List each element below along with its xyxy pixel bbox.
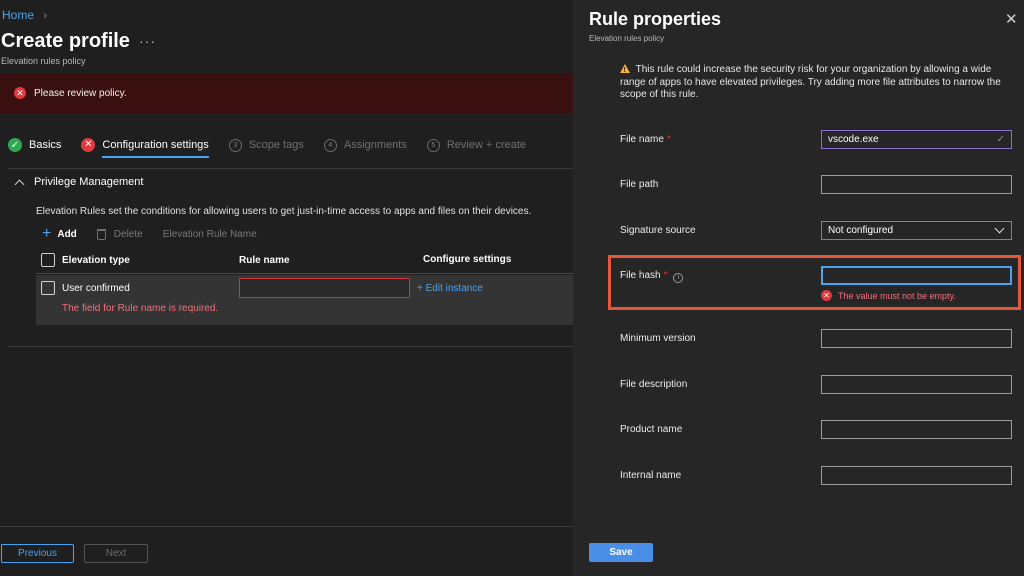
- chevron-right-icon: ›: [43, 10, 48, 22]
- column-header: Elevation type: [62, 255, 130, 266]
- step-label: Scope tags: [248, 139, 304, 151]
- rule-name-filter[interactable]: Elevation Rule Name: [163, 229, 257, 240]
- info-icon[interactable]: i: [673, 272, 684, 283]
- column-header: Rule name: [239, 255, 290, 266]
- error-icon: ✕: [81, 138, 96, 152]
- step-label: Configuration settings: [102, 139, 209, 151]
- checkmark-icon: ✓: [996, 134, 1005, 145]
- close-icon[interactable]: ✕: [1005, 12, 1018, 27]
- product-name-label: Product name: [620, 424, 683, 435]
- chevron-down-icon: [994, 223, 1005, 234]
- plus-icon: +: [42, 225, 52, 242]
- main-pane: Home › Create profile ··· Elevation rule…: [0, 0, 573, 576]
- step-label: Assignments: [343, 139, 407, 151]
- warning-text: This rule could increase the security ri…: [620, 64, 1001, 100]
- file-hash-label: File hash * i: [620, 270, 684, 283]
- step-label: Review + create: [446, 139, 527, 151]
- signature-source-dropdown[interactable]: Not configured: [821, 221, 1012, 240]
- error-icon: ✕: [821, 290, 832, 301]
- file-hash-error: ✕ The value must not be empty.: [821, 290, 956, 301]
- section-title: Privilege Management: [34, 176, 144, 188]
- footer-divider: [0, 526, 573, 527]
- rules-toolbar: + Add Delete Elevation Rule Name: [42, 226, 277, 242]
- step-number: 5: [426, 138, 440, 152]
- select-all-checkbox[interactable]: [41, 253, 55, 267]
- error-icon: ✕: [14, 87, 26, 99]
- divider: [8, 168, 573, 169]
- warning-icon: [620, 64, 630, 78]
- step-label: Basics: [29, 139, 62, 151]
- minimum-version-input[interactable]: [821, 329, 1012, 348]
- previous-button[interactable]: Previous: [1, 544, 74, 563]
- rule-name-input[interactable]: [239, 278, 410, 298]
- required-marker: *: [663, 270, 668, 281]
- row-checkbox[interactable]: [41, 281, 55, 295]
- file-name-input[interactable]: vscode.exe ✓: [821, 130, 1012, 149]
- check-icon: ✓: [8, 138, 22, 152]
- step-number: 3: [228, 138, 242, 152]
- wizard-steps: ✓ Basics ✕ Configuration settings 3 Scop…: [8, 136, 546, 158]
- required-marker: *: [666, 134, 671, 145]
- internal-name-label: Internal name: [620, 470, 682, 481]
- signature-source-label: Signature source: [620, 225, 696, 236]
- file-hash-error-text: The value must not be empty.: [838, 290, 956, 301]
- delete-button[interactable]: Delete: [96, 228, 143, 240]
- signature-source-value: Not configured: [828, 225, 894, 236]
- add-button[interactable]: + Add: [42, 226, 77, 242]
- delete-label: Delete: [113, 228, 143, 240]
- error-banner-text: Please review policy.: [34, 87, 127, 99]
- column-header: Configure settings: [423, 254, 512, 265]
- panel-title: Rule properties: [589, 9, 722, 29]
- save-button[interactable]: Save: [589, 543, 653, 562]
- internal-name-input[interactable]: [821, 466, 1012, 485]
- divider: [8, 346, 573, 347]
- step-basics[interactable]: ✓ Basics: [8, 138, 61, 152]
- minimum-version-label: Minimum version: [620, 333, 696, 344]
- file-path-input[interactable]: [821, 175, 1012, 194]
- page-subtitle: Elevation rules policy: [1, 56, 86, 66]
- file-description-label: File description: [620, 379, 688, 390]
- table-header: Elevation type Rule name Configure setti…: [36, 250, 573, 274]
- step-review-create[interactable]: 5 Review + create: [426, 138, 527, 152]
- section-toggle[interactable]: Privilege Management: [14, 176, 144, 189]
- more-icon[interactable]: ···: [139, 33, 156, 49]
- rule-properties-panel: Rule properties Elevation rules policy ✕…: [573, 0, 1024, 576]
- file-path-label: File path: [620, 179, 659, 190]
- section-description: Elevation Rules set the conditions for a…: [36, 206, 532, 217]
- edit-instance-link[interactable]: + Edit instance: [417, 283, 483, 294]
- add-label: Add: [57, 228, 77, 240]
- file-description-input[interactable]: [821, 375, 1012, 394]
- filter-placeholder: Elevation Rule Name: [162, 228, 257, 240]
- breadcrumb: Home ›: [2, 8, 47, 22]
- elevation-type: User confirmed: [62, 283, 130, 294]
- table-row: User confirmed + Edit instance The field…: [36, 275, 573, 325]
- trash-icon: [96, 228, 106, 240]
- error-banner: ✕ Please review policy.: [0, 73, 573, 113]
- step-assignments[interactable]: 4 Assignments: [323, 138, 407, 152]
- warning-message: This rule could increase the security ri…: [620, 64, 1010, 102]
- step-number: 4: [323, 138, 337, 152]
- step-scope-tags[interactable]: 3 Scope tags: [228, 138, 304, 152]
- rule-name-error: The field for Rule name is required.: [62, 303, 219, 314]
- file-name-value: vscode.exe: [828, 134, 879, 145]
- product-name-input[interactable]: [821, 420, 1012, 439]
- chevron-up-icon: [14, 179, 25, 189]
- next-button[interactable]: Next: [84, 544, 148, 563]
- page-title: Create profile: [1, 30, 130, 52]
- step-configuration-settings[interactable]: ✕ Configuration settings: [81, 138, 210, 158]
- breadcrumb-home-link[interactable]: Home: [2, 8, 34, 22]
- panel-subtitle: Elevation rules policy: [589, 34, 665, 43]
- file-hash-input[interactable]: [821, 266, 1012, 285]
- file-name-label: File name *: [620, 134, 671, 145]
